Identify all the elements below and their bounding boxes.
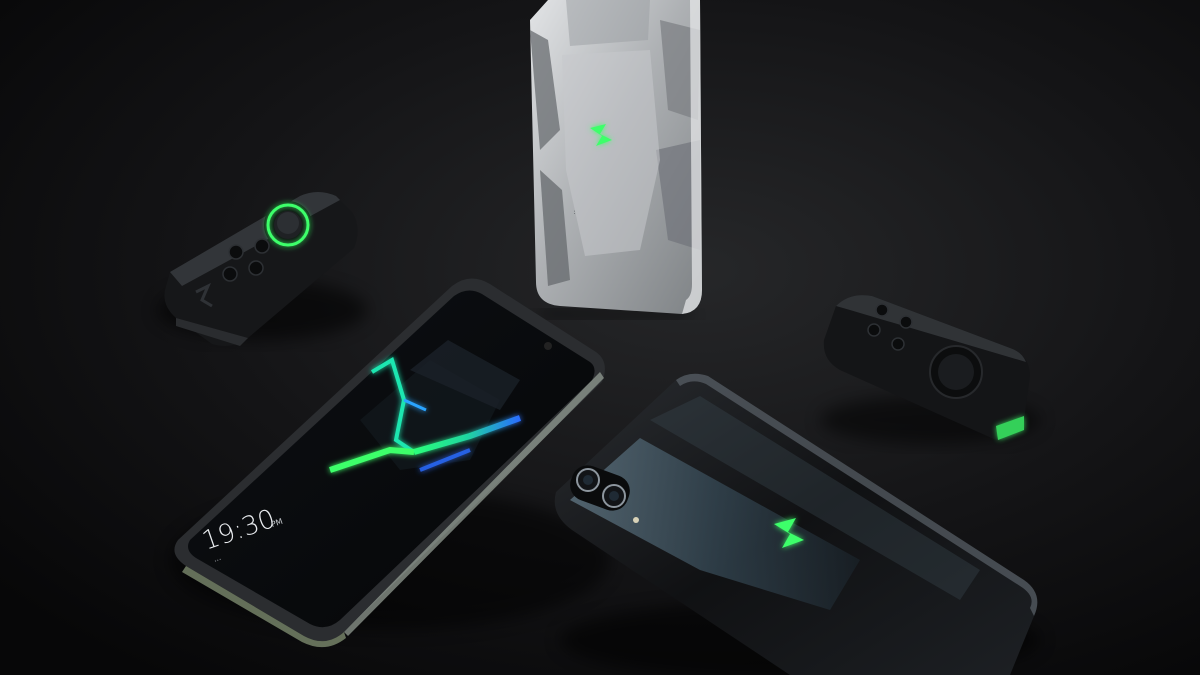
joystick-icon [264, 201, 312, 249]
silver-phone-back: .. [530, 0, 702, 318]
photo-canvas: .. 19:30 PM ... [0, 0, 1200, 675]
svg-text:..: .. [572, 210, 580, 215]
front-camera-icon [544, 342, 552, 350]
product-photo: .. 19:30 PM ... [0, 0, 1200, 675]
flash-icon [633, 517, 639, 523]
